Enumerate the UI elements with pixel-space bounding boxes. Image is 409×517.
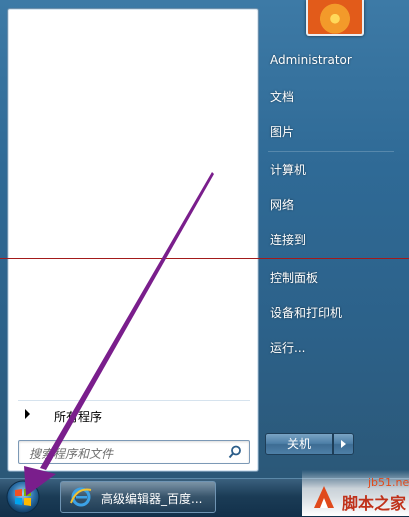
shutdown-options-button[interactable] [333, 433, 354, 455]
chevron-right-icon [341, 440, 346, 448]
right-item-documents[interactable]: 文档 [270, 88, 294, 105]
search-placeholder: 搜索程序和文件 [29, 447, 114, 461]
annotation-line [0, 258, 409, 259]
right-item-devices-printers[interactable]: 设备和打印机 [270, 304, 342, 321]
search-input[interactable]: 搜索程序和文件 [18, 440, 250, 464]
internet-explorer-icon [70, 487, 92, 507]
watermark-brand: 脚本之家 [342, 494, 407, 513]
expand-arrow-icon [25, 409, 30, 419]
right-item-computer[interactable]: 计算机 [270, 161, 306, 178]
shutdown-button[interactable]: 关机 [265, 433, 333, 455]
magnifier-icon[interactable] [228, 445, 242, 459]
all-programs-button[interactable]: 所有程序 [18, 400, 250, 427]
watermark-logo-icon [314, 486, 334, 508]
watermark-site: jb51.net [368, 476, 409, 489]
all-programs-label: 所有程序 [54, 410, 103, 424]
user-avatar[interactable] [306, 0, 364, 36]
right-item-network[interactable]: 网络 [270, 196, 294, 213]
divider [268, 151, 394, 152]
windows-logo-icon[interactable] [4, 479, 42, 515]
right-item-user[interactable]: Administrator [270, 53, 352, 67]
watermark: jb51.net 脚本之家 [302, 470, 409, 516]
right-item-control-panel[interactable]: 控制面板 [270, 269, 318, 286]
taskbar-window-button[interactable]: 高级编辑器_百度... [60, 481, 216, 513]
right-item-connect-to[interactable]: 连接到 [270, 231, 306, 248]
taskbar-window-label: 高级编辑器_百度... [101, 492, 203, 506]
right-item-run[interactable]: 运行... [270, 339, 305, 356]
right-item-pictures[interactable]: 图片 [270, 123, 294, 140]
programs-pane: 所有程序 搜索程序和文件 [7, 8, 259, 472]
